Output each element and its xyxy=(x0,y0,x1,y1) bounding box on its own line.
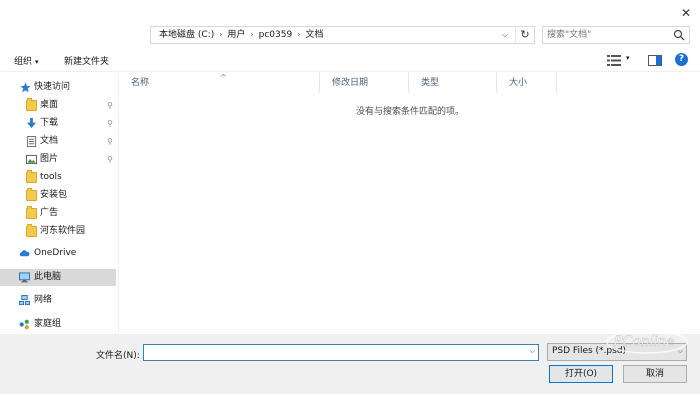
star-icon xyxy=(20,82,31,93)
column-date-modified[interactable]: 修改日期 xyxy=(320,73,409,93)
nav-label: 文档 xyxy=(40,136,59,146)
breadcrumb: 本地磁盘 (C:) › 用户 › pc0359 › 文档 xyxy=(155,27,327,43)
new-folder-button[interactable]: 新建文件夹 xyxy=(64,54,109,67)
organize-button[interactable]: 组织 ▾ xyxy=(14,54,39,67)
nav-downloads[interactable]: 下载 ⚲ xyxy=(0,115,116,132)
empty-message: 没有与搜索条件匹配的项。 xyxy=(356,107,465,117)
document-icon xyxy=(26,136,37,147)
organize-label: 组织 xyxy=(14,57,33,67)
nav-label: 图片 xyxy=(40,154,59,164)
close-button[interactable]: ✕ xyxy=(676,4,696,22)
filename-input[interactable] xyxy=(147,346,517,359)
nav-ads[interactable]: 广告 xyxy=(0,205,116,222)
breadcrumb-users[interactable]: 用户 xyxy=(223,27,249,43)
pin-icon[interactable]: ⚲ xyxy=(107,97,113,114)
nav-label: 安装包 xyxy=(40,190,68,200)
nav-this-pc[interactable]: 此电脑 xyxy=(0,269,116,286)
nav-label: 此电脑 xyxy=(34,272,62,282)
column-name[interactable]: 名称 ^ xyxy=(119,73,320,93)
nav-label: OneDrive xyxy=(34,248,77,258)
nav-label: 快速访问 xyxy=(34,82,71,92)
nav-homegroup[interactable]: 家庭组 xyxy=(0,316,116,333)
view-dropdown-icon[interactable]: ▾ xyxy=(626,54,630,62)
nav-installers[interactable]: 安装包 xyxy=(0,187,116,204)
nav-network[interactable]: 网络 xyxy=(0,292,116,309)
column-type[interactable]: 类型 xyxy=(409,73,497,93)
breadcrumb-documents[interactable]: 文档 xyxy=(301,27,327,43)
nav-label: tools xyxy=(40,172,62,182)
breadcrumb-drive[interactable]: 本地磁盘 (C:) xyxy=(155,27,218,43)
view-options-icon[interactable] xyxy=(607,55,621,66)
open-button[interactable]: 打开(O) xyxy=(549,365,613,383)
nav-label: 桌面 xyxy=(40,100,59,110)
watermark-text: PConline xyxy=(614,334,675,350)
nav-label: 家庭组 xyxy=(34,319,62,329)
toolbar: 组织 ▾ 新建文件夹 ▾ ? xyxy=(0,50,700,72)
search-box[interactable] xyxy=(542,26,690,44)
filename-combobox[interactable]: ⌵ xyxy=(143,344,539,361)
pictures-icon xyxy=(26,154,37,165)
nav-label: 河东软件园 xyxy=(40,226,86,236)
column-name-label: 名称 xyxy=(131,78,150,88)
folder-icon xyxy=(26,188,37,201)
refresh-icon[interactable]: ↻ xyxy=(515,27,534,43)
pin-icon[interactable]: ⚲ xyxy=(107,133,113,150)
filename-label: 文件名(N): xyxy=(96,351,140,361)
homegroup-icon xyxy=(19,319,29,330)
network-icon xyxy=(19,295,30,306)
computer-icon xyxy=(19,272,30,283)
search-input[interactable] xyxy=(547,28,667,42)
folder-icon xyxy=(26,98,37,111)
nav-label: 下载 xyxy=(40,118,59,128)
watermark-logo: PConline xyxy=(606,330,688,354)
caret-down-icon: ▾ xyxy=(35,58,39,66)
folder-icon xyxy=(26,206,37,219)
nav-tools[interactable]: tools xyxy=(0,169,116,186)
folder-icon xyxy=(26,170,37,183)
nav-quick-access[interactable]: 快速访问 xyxy=(0,79,116,96)
dialog-footer: 文件名(N): ⌵ PSD Files (*.psd) ⌵ 打开(O) 取消 xyxy=(0,334,700,394)
navigation-pane: 快速访问 桌面 ⚲ 下载 ⚲ 文档 ⚲ 图片 ⚲ tools 安装包 广告 河东… xyxy=(0,75,119,333)
address-dropdown-icon[interactable]: ⌵ xyxy=(497,27,513,43)
column-size[interactable]: 大小 xyxy=(497,73,557,93)
pin-icon[interactable]: ⚲ xyxy=(107,115,113,132)
search-icon[interactable] xyxy=(673,29,685,41)
nav-onedrive[interactable]: OneDrive xyxy=(0,245,116,262)
nav-desktop[interactable]: 桌面 ⚲ xyxy=(0,97,116,114)
cloud-icon xyxy=(19,250,30,257)
column-headers: 名称 ^ 修改日期 类型 大小 xyxy=(119,73,559,93)
sort-ascending-icon: ^ xyxy=(220,73,227,82)
nav-pictures[interactable]: 图片 ⚲ xyxy=(0,151,116,168)
nav-label: 广告 xyxy=(40,208,59,218)
download-icon xyxy=(26,118,37,129)
help-icon[interactable]: ? xyxy=(675,53,688,66)
address-bar[interactable]: 本地磁盘 (C:) › 用户 › pc0359 › 文档 ⌵ ↻ xyxy=(150,26,535,44)
nav-documents[interactable]: 文档 ⚲ xyxy=(0,133,116,150)
folder-icon xyxy=(26,224,37,237)
nav-hedong[interactable]: 河东软件园 xyxy=(0,223,116,240)
nav-label: 网络 xyxy=(34,295,53,305)
pin-icon[interactable]: ⚲ xyxy=(107,151,113,168)
cancel-button[interactable]: 取消 xyxy=(623,365,687,383)
preview-pane-icon[interactable] xyxy=(648,55,662,66)
filename-dropdown-icon[interactable]: ⌵ xyxy=(530,347,535,356)
breadcrumb-user[interactable]: pc0359 xyxy=(255,27,297,43)
